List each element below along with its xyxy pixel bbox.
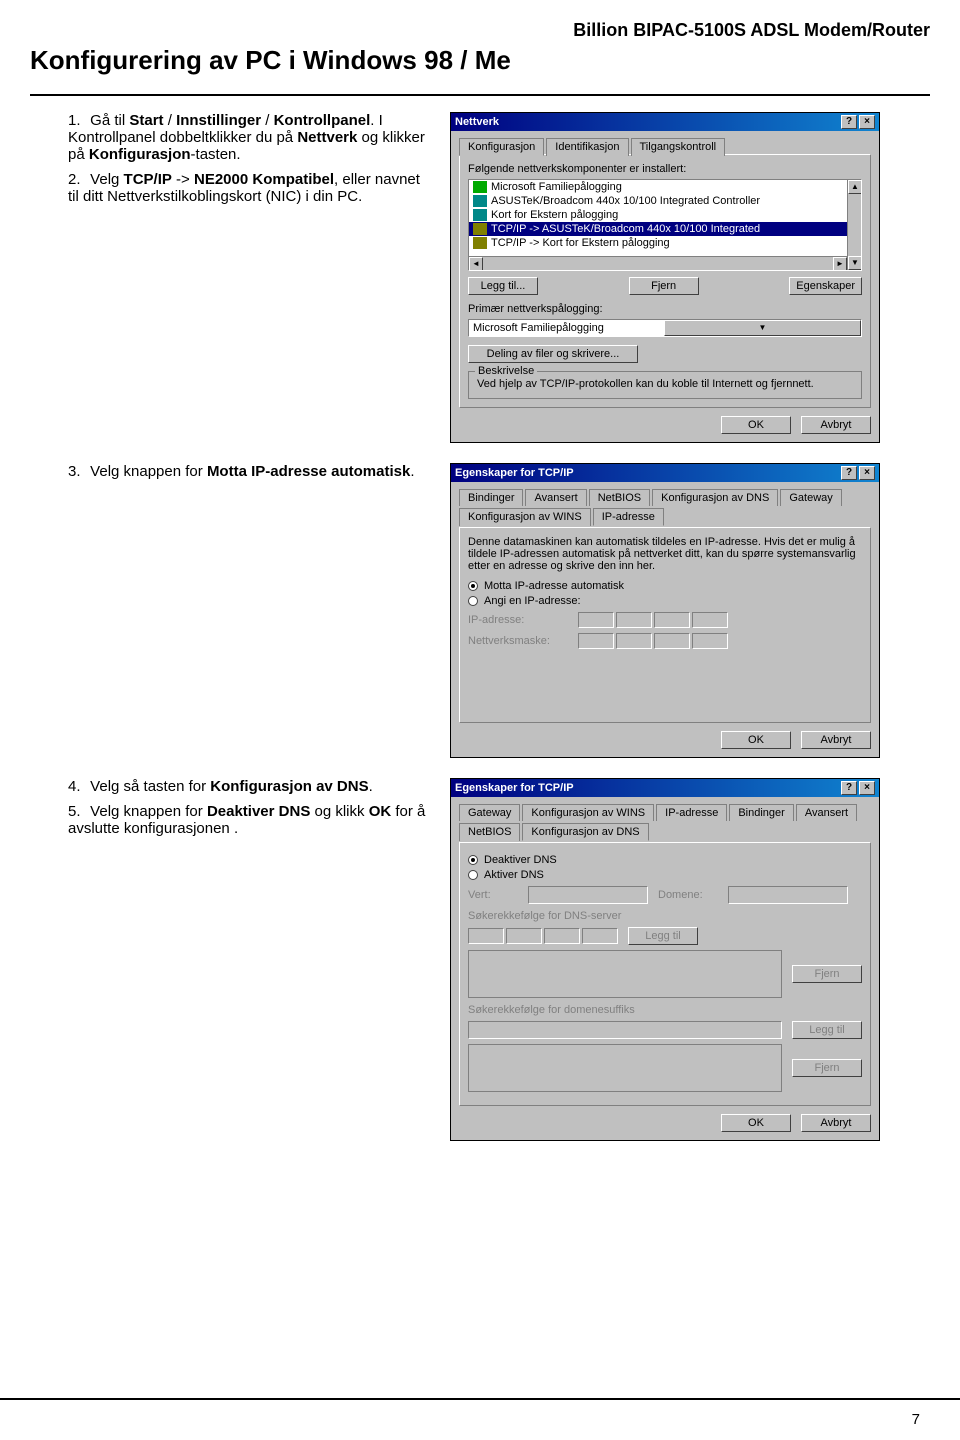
primary-logon-label: Primær nettverkspålogging:: [468, 303, 862, 315]
adapter-icon: [473, 195, 487, 207]
properties-button[interactable]: Egenskaper: [789, 277, 862, 295]
radio-dot-on-icon: [468, 581, 478, 591]
radio-dot-off-icon: [468, 870, 478, 880]
cancel-button[interactable]: Avbryt: [801, 731, 871, 749]
components-listbox[interactable]: Microsoft Familiepålogging ASUSTeK/Broad…: [468, 179, 862, 271]
add-suffix-button: Legg til: [792, 1021, 862, 1039]
dns-search-order-label: Søkerekkefølge for DNS-server: [468, 910, 862, 922]
tab-bindinger[interactable]: Bindinger: [729, 804, 793, 821]
radio-enable-dns[interactable]: Aktiver DNS: [468, 869, 862, 881]
suffix-list: [468, 1044, 782, 1092]
instructions-block-1: 1. Gå til Start / Innstillinger / Kontro…: [30, 112, 450, 443]
description-group-label: Beskrivelse: [475, 365, 537, 377]
radio-specify-ip[interactable]: Angi en IP-adresse:: [468, 595, 862, 607]
tab-bindinger[interactable]: Bindinger: [459, 489, 523, 506]
tab-konfigurasjon[interactable]: Konfigurasjon: [459, 138, 544, 156]
dialog1-title: Nettverk: [455, 116, 839, 128]
dns-server-list: [468, 950, 782, 998]
tab-avansert[interactable]: Avansert: [525, 489, 586, 506]
dns-server-input: [468, 928, 618, 944]
tab-dns-config[interactable]: Konfigurasjon av DNS: [522, 823, 648, 841]
subnet-mask-label: Nettverksmaske:: [468, 635, 568, 647]
domain-input: [728, 886, 848, 904]
close-icon[interactable]: ×: [859, 466, 875, 480]
cancel-button[interactable]: Avbryt: [801, 1114, 871, 1132]
tab-gateway[interactable]: Gateway: [459, 804, 520, 821]
ip-address-label: IP-adresse:: [468, 614, 568, 626]
help-icon[interactable]: ?: [841, 466, 857, 480]
tab-netbios[interactable]: NetBIOS: [459, 823, 520, 841]
protocol-icon: [473, 237, 487, 249]
instructions-block-3: 4. Velg så tasten for Konfigurasjon av D…: [30, 778, 450, 1141]
primary-logon-combo[interactable]: Microsoft Familiepålogging ▼: [468, 319, 862, 337]
ip-intro-text: Denne datamaskinen kan automatisk tildel…: [468, 536, 862, 572]
suffix-search-order-label: Søkerekkefølge for domenesuffiks: [468, 1004, 862, 1016]
page-number: 7: [912, 1411, 920, 1428]
client-icon: [473, 181, 487, 193]
page-title: Konfigurering av PC i Windows 98 / Me: [30, 45, 930, 76]
ok-button[interactable]: OK: [721, 1114, 791, 1132]
ok-button[interactable]: OK: [721, 416, 791, 434]
file-print-sharing-button[interactable]: Deling av filer og skrivere...: [468, 345, 638, 363]
remove-button[interactable]: Fjern: [629, 277, 699, 295]
subnet-mask-input: [578, 633, 728, 649]
tab-wins-config[interactable]: Konfigurasjon av WINS: [522, 804, 654, 821]
remove-dns-button: Fjern: [792, 965, 862, 983]
ip-address-input: [578, 612, 728, 628]
dialog-nettverk: Nettverk ? × Konfigurasjon Identifikasjo…: [450, 112, 880, 443]
title-divider: [30, 94, 930, 96]
tab-ip-adresse[interactable]: IP-adresse: [593, 508, 664, 526]
domain-label: Domene:: [658, 889, 718, 901]
close-icon[interactable]: ×: [859, 781, 875, 795]
doc-header: Billion BIPAC-5100S ADSL Modem/Router: [30, 20, 930, 41]
tab-tilgangskontroll[interactable]: Tilgangskontroll: [631, 138, 726, 156]
scrollbar-horizontal[interactable]: ◄►: [469, 256, 847, 270]
host-label: Vert:: [468, 889, 518, 901]
dialog-tcpip-dns: Egenskaper for TCP/IP ? × Gateway Konfig…: [450, 778, 880, 1141]
close-icon[interactable]: ×: [859, 115, 875, 129]
help-icon[interactable]: ?: [841, 781, 857, 795]
protocol-icon: [473, 223, 487, 235]
chevron-down-icon[interactable]: ▼: [664, 320, 861, 336]
adapter-icon: [473, 209, 487, 221]
description-text: Ved hjelp av TCP/IP-protokollen kan du k…: [477, 378, 853, 390]
dialog2-title: Egenskaper for TCP/IP: [455, 467, 839, 479]
dialog-tcpip-ipaddress: Egenskaper for TCP/IP ? × Bindinger Avan…: [450, 463, 880, 758]
cancel-button[interactable]: Avbryt: [801, 416, 871, 434]
tab-dns-config[interactable]: Konfigurasjon av DNS: [652, 489, 778, 506]
suffix-input: [468, 1021, 782, 1039]
host-input: [528, 886, 648, 904]
radio-dot-off-icon: [468, 596, 478, 606]
tab-gateway[interactable]: Gateway: [780, 489, 841, 506]
components-label: Følgende nettverkskomponenter er install…: [468, 163, 862, 175]
add-button[interactable]: Legg til...: [468, 277, 538, 295]
tab-identifikasjon[interactable]: Identifikasjon: [546, 138, 628, 156]
help-icon[interactable]: ?: [841, 115, 857, 129]
tab-avansert[interactable]: Avansert: [796, 804, 857, 821]
radio-dot-on-icon: [468, 855, 478, 865]
add-dns-button: Legg til: [628, 927, 698, 945]
tab-ip-adresse[interactable]: IP-adresse: [656, 804, 727, 821]
radio-auto-ip[interactable]: Motta IP-adresse automatisk: [468, 580, 862, 592]
scrollbar-vertical[interactable]: ▲▼: [847, 180, 861, 270]
radio-disable-dns[interactable]: Deaktiver DNS: [468, 854, 862, 866]
instructions-block-2: 3. Velg knappen for Motta IP-adresse aut…: [30, 463, 450, 758]
ok-button[interactable]: OK: [721, 731, 791, 749]
tab-netbios[interactable]: NetBIOS: [589, 489, 650, 506]
dialog3-title: Egenskaper for TCP/IP: [455, 782, 839, 794]
tab-wins-config[interactable]: Konfigurasjon av WINS: [459, 508, 591, 526]
remove-suffix-button: Fjern: [792, 1059, 862, 1077]
